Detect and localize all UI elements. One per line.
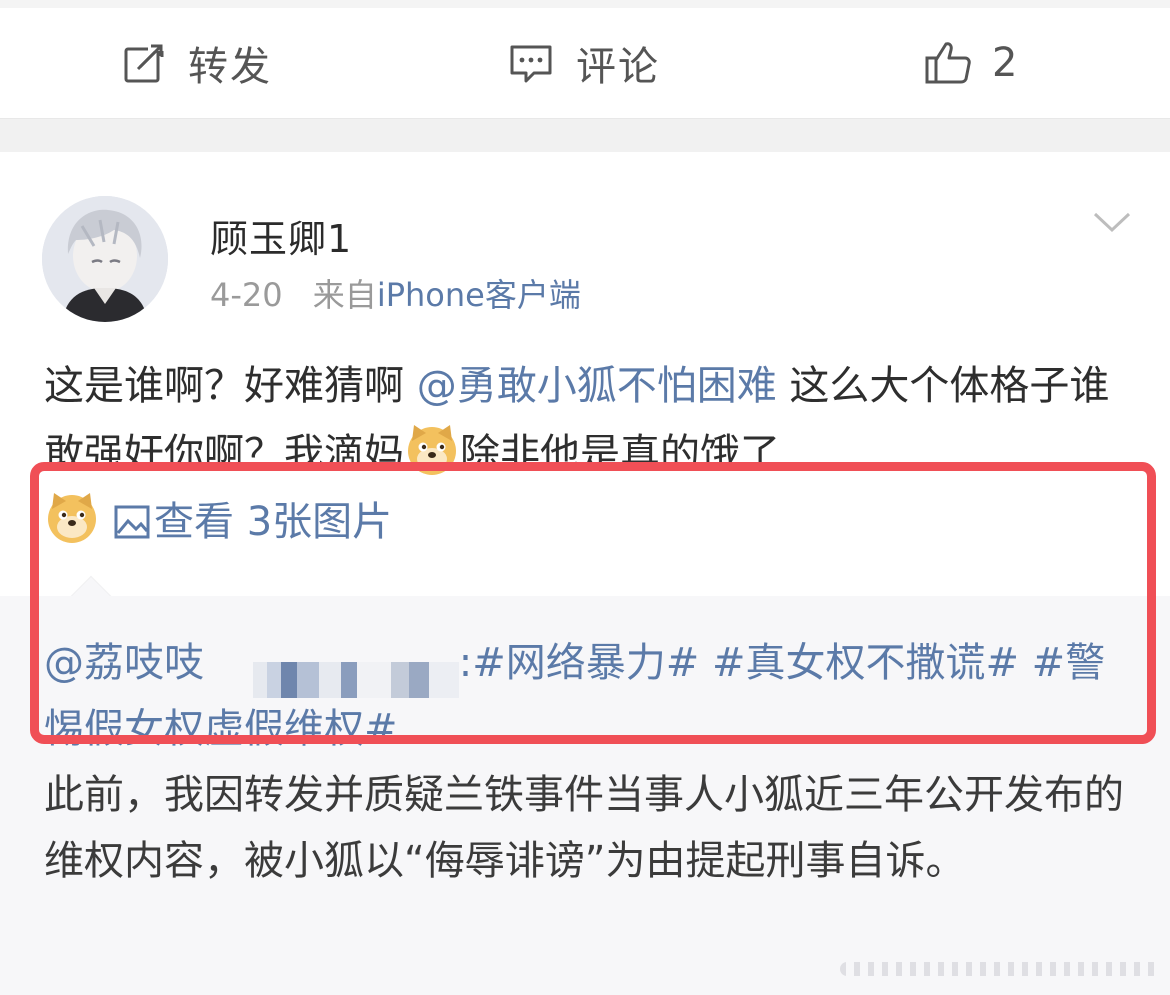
comment-icon [510, 45, 552, 83]
repost-label: 转发 [188, 44, 272, 90]
quoted-text: @荔吱吱 :#网络暴力# #真女权不撒谎# #警惕假女权虚假维权# 此前，我因转… [44, 630, 1134, 894]
chevron-down-icon[interactable] [1092, 210, 1132, 234]
post-meta: 4-20 来自iPhone客户端 [210, 270, 581, 316]
view-images-link[interactable]: 查看 3张图片 [100, 499, 392, 545]
comment-button[interactable]: 评论 [508, 8, 660, 118]
view-images-label: 查看 3张图片 [154, 499, 393, 545]
avatar[interactable] [42, 196, 168, 322]
like-button[interactable]: 2 [924, 8, 1019, 118]
quoted-body: 此前，我因转发并质疑兰铁事件当事人小狐近三年公开发布的维权内容，被小狐以“侮辱诽… [44, 772, 1124, 884]
comment-text-part: 这是谁啊？好难猜啊 [44, 363, 417, 409]
thumbs-up-icon [925, 42, 971, 84]
comment-card: 顾玉卿1 4-20 来自iPhone客户端 这是谁啊？好难猜啊 @勇敢小狐不怕困… [0, 152, 1170, 995]
post-date: 4-20 [210, 276, 283, 314]
source-prefix: 来自 [312, 276, 377, 314]
doge-emoji-icon [408, 425, 456, 475]
comment-label: 评论 [576, 44, 660, 90]
post-source[interactable]: iPhone客户端 [377, 276, 581, 314]
like-count: 2 [992, 40, 1020, 86]
quoted-hashtags[interactable]: :#网络暴力# #真女权不撒谎# #警惕假女权虚假维权# [44, 640, 1105, 752]
post-action-bar: 转发 评论 2 [0, 8, 1170, 118]
quoted-post[interactable]: @荔吱吱 :#网络暴力# #真女权不撒谎# #警惕假女权虚假维权# 此前，我因转… [0, 596, 1170, 995]
watermark-dots [840, 962, 1160, 976]
comment-text: 这是谁啊？好难猜啊 @勇敢小狐不怕困难 这么大个体格子谁敢强奸你啊？我滴妈 除非… [44, 352, 1134, 556]
mention-link[interactable]: @勇敢小狐不怕困难 [417, 363, 777, 409]
redacted-name [217, 645, 459, 698]
section-gap [0, 118, 1170, 152]
quoted-mention[interactable]: @荔吱吱 [44, 640, 204, 686]
username[interactable]: 顾玉卿1 [210, 208, 352, 263]
doge-emoji-icon [48, 493, 96, 543]
image-icon [114, 505, 150, 539]
repost-icon [124, 41, 166, 83]
top-divider [0, 0, 1170, 8]
repost-button[interactable]: 转发 [122, 8, 272, 118]
comment-text-part: 除非他是真的饿了 [460, 431, 780, 477]
